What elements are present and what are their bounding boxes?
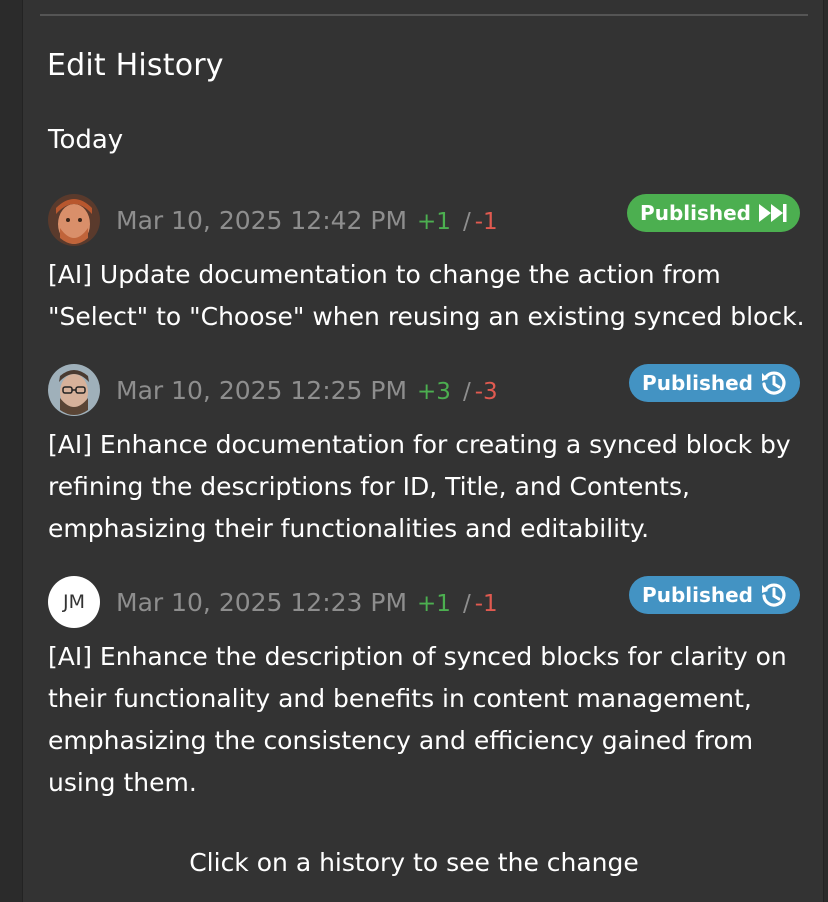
history-icon: [760, 369, 788, 397]
status-badge[interactable]: Published: [629, 576, 800, 614]
status-label: Published: [640, 201, 751, 225]
status-label: Published: [642, 371, 753, 395]
section-heading-today: Today: [48, 125, 124, 155]
lines-added: +1: [417, 591, 451, 617]
diff-separator: /: [462, 209, 471, 235]
history-entry[interactable]: Mar 10, 2025 12:42 PM +1 /-1 Published [AI…: [48, 194, 808, 338]
lines-added: +3: [417, 379, 451, 405]
avatar: [48, 194, 100, 246]
lines-added: +1: [417, 209, 451, 235]
diff-separator: /: [462, 591, 471, 617]
top-divider: [40, 14, 808, 16]
diff-separator: /: [462, 379, 471, 405]
entry-description: [AI] Enhance documentation for creating …: [48, 430, 791, 543]
panel-title: Edit History: [47, 48, 224, 83]
entry-description: [AI] Update documentation to change the …: [48, 260, 805, 331]
avatar: JM: [48, 576, 100, 628]
entry-date: Mar 10, 2025 12:42 PM: [116, 206, 408, 235]
history-entry[interactable]: Mar 10, 2025 12:25 PM +3 /-3 Published [AI…: [48, 364, 808, 550]
status-label: Published: [642, 583, 753, 607]
lines-removed: -1: [474, 591, 498, 617]
entry-description: [AI] Enhance the description of synced b…: [48, 642, 787, 797]
avatar: [48, 364, 100, 416]
entry-date: Mar 10, 2025 12:23 PM: [116, 588, 408, 617]
status-badge[interactable]: Published: [629, 364, 800, 402]
entry-date: Mar 10, 2025 12:25 PM: [116, 376, 408, 405]
lines-removed: -3: [474, 379, 498, 405]
lines-removed: -1: [474, 209, 498, 235]
history-icon: [760, 581, 788, 609]
fast-forward-icon: [758, 202, 788, 224]
history-hint: Click on a history to see the change: [189, 848, 639, 877]
status-badge[interactable]: Published: [627, 194, 800, 232]
history-entry[interactable]: JM Mar 10, 2025 12:23 PM +1/-1 Published …: [48, 576, 808, 804]
